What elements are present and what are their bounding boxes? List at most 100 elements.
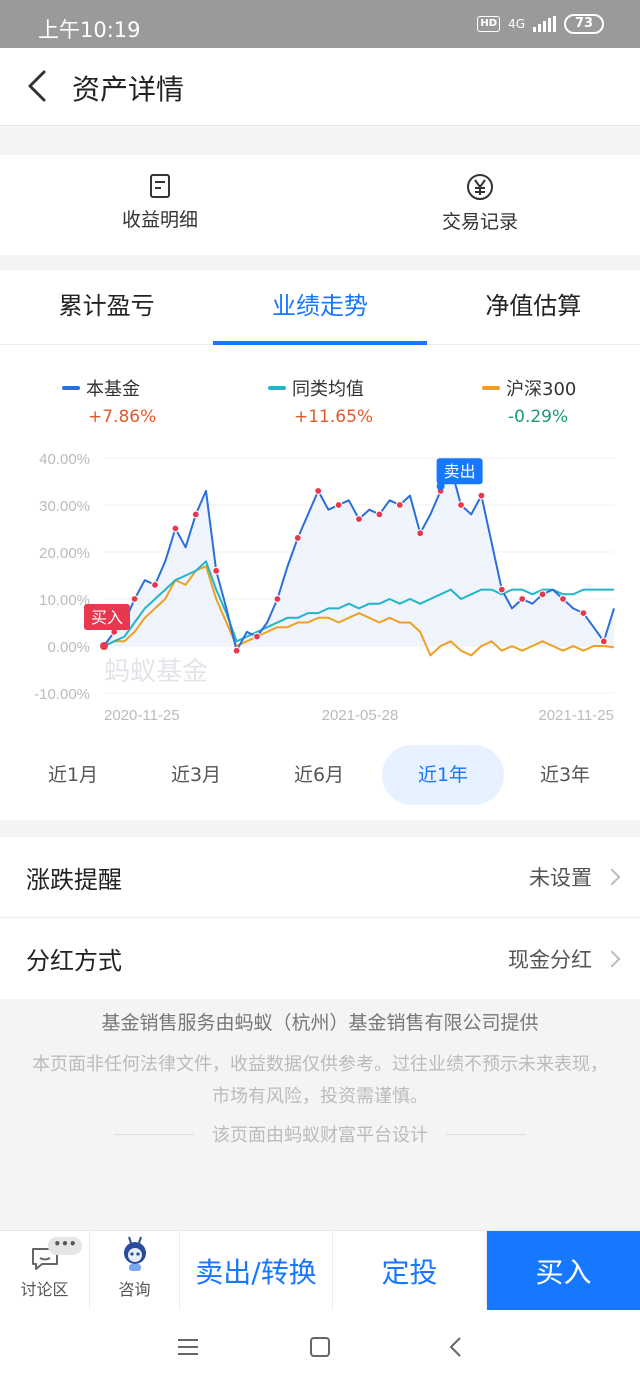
network-label: 4G bbox=[508, 17, 525, 31]
discuss-button[interactable]: ••• 讨论区 bbox=[0, 1231, 90, 1310]
tab-bar: 累计盈亏 业绩走势 净值估算 bbox=[0, 270, 640, 345]
trade-point bbox=[559, 595, 567, 603]
price-alert-row[interactable]: 涨跌提醒 未设置 bbox=[0, 837, 640, 918]
period-1m[interactable]: 近1月 bbox=[12, 745, 134, 805]
buy-marker-label: 买入 bbox=[91, 609, 123, 627]
consult-button[interactable]: 咨询 bbox=[90, 1231, 180, 1310]
discuss-label: 讨论区 bbox=[20, 1280, 69, 1299]
status-time: 上午10:19 bbox=[38, 18, 141, 42]
x-tick-label: 2020-11-25 bbox=[104, 707, 180, 724]
trade-record-button[interactable]: 交易记录 bbox=[320, 155, 640, 255]
quick-actions: 收益明细 交易记录 bbox=[0, 155, 640, 255]
chart-watermark: 蚂蚁基金 bbox=[104, 656, 208, 686]
divider-right bbox=[446, 1133, 526, 1135]
price-alert-value: 未设置 bbox=[529, 866, 592, 890]
period-3m[interactable]: 近3月 bbox=[135, 745, 257, 805]
period-1y[interactable]: 近1年 bbox=[382, 745, 504, 805]
legend-fund[interactable]: 本基金 +7.86% bbox=[62, 375, 156, 427]
system-nav-bar bbox=[0, 1310, 640, 1387]
legend-csi300-swatch bbox=[482, 386, 500, 390]
trade-point bbox=[395, 501, 404, 509]
trade-point bbox=[518, 595, 527, 603]
dividend-method-row[interactable]: 分红方式 现金分红 bbox=[0, 918, 640, 999]
trade-point bbox=[334, 501, 343, 509]
dividend-method-value: 现金分红 bbox=[508, 947, 592, 972]
price-alert-label: 涨跌提醒 bbox=[26, 865, 122, 894]
consult-label: 咨询 bbox=[118, 1280, 151, 1299]
legend-csi300-value: -0.29% bbox=[508, 407, 569, 427]
trade-point bbox=[293, 534, 302, 542]
period-3y[interactable]: 近3年 bbox=[504, 745, 626, 805]
signal-icon bbox=[533, 16, 556, 32]
trade-point bbox=[171, 524, 180, 533]
sell-marker-label: 卖出 bbox=[444, 463, 476, 481]
legend-csi300[interactable]: 沪深300 -0.29% bbox=[482, 375, 576, 427]
home-icon[interactable] bbox=[308, 1336, 332, 1358]
footer-info: 基金销售服务由蚂蚁（杭州）基金销售有限公司提供 本页面非任何法律文件，收益数据仅… bbox=[0, 1000, 640, 1147]
tab-performance[interactable]: 业绩走势 bbox=[213, 270, 427, 345]
income-detail-label: 收益明细 bbox=[121, 209, 198, 231]
bottom-action-bar: ••• 讨论区 咨询 卖出/转换 定投 买入 bbox=[0, 1230, 640, 1310]
sell-point bbox=[436, 482, 445, 491]
tab-nav-estimate[interactable]: 净值估算 bbox=[427, 270, 640, 344]
legend-peer-value: +11.65% bbox=[294, 407, 374, 427]
x-tick-label: 2021-05-28 bbox=[322, 707, 399, 724]
y-tick-label: -10.00% bbox=[34, 686, 90, 703]
page-title: 资产详情 bbox=[72, 73, 185, 106]
disclaimer-text: 本页面非任何法律文件，收益数据仅供参考。过往业绩不预示未来表现，市场有风险，投资… bbox=[32, 1054, 608, 1107]
ant-avatar-icon bbox=[123, 1236, 146, 1271]
trade-point bbox=[579, 609, 588, 618]
legend-peer-name: 同类均值 bbox=[292, 379, 364, 400]
chart-legend: 本基金 +7.86% 同类均值 +11.65% 沪深300 -0.29% bbox=[0, 375, 640, 435]
hd-icon: HD bbox=[477, 16, 501, 32]
y-tick-label: 40.00% bbox=[39, 451, 90, 468]
trade-point bbox=[151, 581, 159, 589]
buy-button[interactable]: 买入 bbox=[487, 1231, 640, 1310]
buy-point bbox=[100, 642, 108, 650]
trade-record-label: 交易记录 bbox=[441, 211, 518, 233]
document-icon bbox=[150, 174, 170, 198]
trade-point bbox=[232, 646, 241, 655]
trade-point bbox=[191, 510, 200, 519]
provider-text: 基金销售服务由蚂蚁（杭州）基金销售有限公司提供 bbox=[101, 1012, 539, 1034]
back-arrow-icon[interactable] bbox=[20, 66, 60, 106]
trade-point bbox=[355, 515, 363, 523]
design-credit-text: 该页面由蚂蚁财富平台设计 bbox=[212, 1125, 428, 1146]
discuss-badge: ••• bbox=[48, 1237, 82, 1255]
trade-point bbox=[375, 510, 384, 519]
y-tick-label: 20.00% bbox=[39, 545, 90, 562]
auto-invest-button[interactable]: 定投 bbox=[333, 1231, 487, 1310]
income-detail-button[interactable]: 收益明细 bbox=[0, 155, 320, 255]
legend-peer-average[interactable]: 同类均值 +11.65% bbox=[268, 375, 373, 427]
tab-cumulative-pnl[interactable]: 累计盈亏 bbox=[0, 270, 213, 344]
trade-point bbox=[273, 595, 282, 603]
y-tick-label: 30.00% bbox=[39, 498, 90, 515]
chevron-right-icon bbox=[603, 868, 621, 886]
sell-switch-button[interactable]: 卖出/转换 bbox=[180, 1231, 333, 1310]
trade-point bbox=[457, 501, 465, 509]
y-tick-label: 0.00% bbox=[47, 639, 90, 656]
trade-point bbox=[599, 637, 608, 646]
menu-icon[interactable] bbox=[176, 1336, 200, 1358]
trade-point bbox=[477, 491, 486, 500]
x-tick-label: 2021-11-25 bbox=[538, 707, 614, 724]
status-bar: 上午10:19 HD 4G 73 bbox=[0, 0, 640, 48]
legend-fund-name: 本基金 bbox=[86, 379, 140, 400]
dividend-method-label: 分红方式 bbox=[26, 947, 122, 975]
y-tick-label: 10.00% bbox=[39, 592, 90, 609]
battery-icon: 73 bbox=[564, 14, 604, 34]
trade-point bbox=[253, 632, 261, 641]
header: 资产详情 bbox=[0, 48, 640, 126]
performance-chart[interactable]: 40.00% 30.00% 20.00% 10.00% 0.00% -10.00% 蚂蚁基… bbox=[0, 440, 640, 740]
back-icon[interactable] bbox=[444, 1336, 468, 1358]
trade-point bbox=[130, 595, 139, 603]
settings-list: 涨跌提醒 未设置 分红方式 现金分红 bbox=[0, 837, 640, 999]
trade-point bbox=[212, 566, 221, 575]
chart-card: 本基金 +7.86% 同类均值 +11.65% 沪深300 -0.29% 40.… bbox=[0, 345, 640, 820]
trade-point bbox=[416, 529, 425, 538]
period-6m[interactable]: 近6月 bbox=[258, 745, 380, 805]
legend-peer-swatch bbox=[268, 386, 286, 390]
yen-circle-icon bbox=[467, 174, 493, 200]
chevron-right-icon bbox=[603, 950, 621, 967]
legend-csi300-name: 沪深300 bbox=[506, 379, 577, 400]
